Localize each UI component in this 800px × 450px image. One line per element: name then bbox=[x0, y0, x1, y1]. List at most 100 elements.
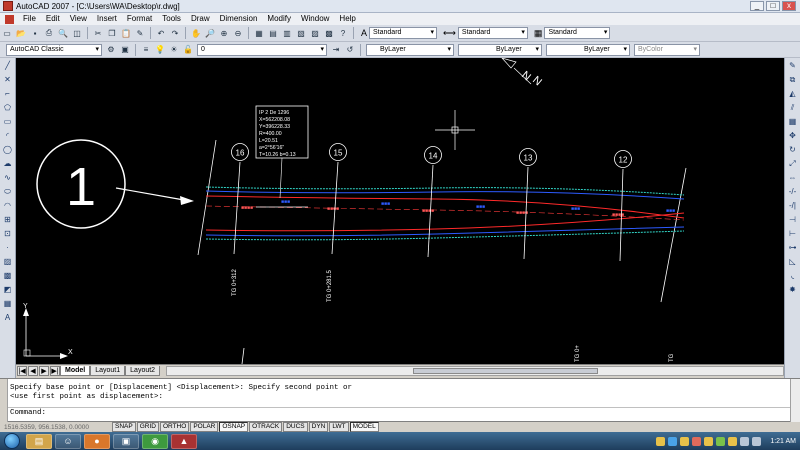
multiline-text-icon[interactable]: A bbox=[2, 312, 14, 324]
menu-view[interactable]: View bbox=[65, 13, 92, 25]
construction-line-icon[interactable]: ✕ bbox=[2, 74, 14, 86]
polar-toggle[interactable]: POLAR bbox=[190, 422, 219, 432]
plotstyle-select[interactable]: ByColor bbox=[634, 43, 700, 56]
properties-icon[interactable]: ▦ bbox=[253, 27, 265, 39]
tray-icon[interactable] bbox=[716, 436, 726, 446]
stretch-icon[interactable]: ⇔ bbox=[787, 172, 799, 184]
copy-object-icon[interactable]: ⧉ bbox=[787, 74, 799, 86]
tray-icon[interactable] bbox=[668, 436, 678, 446]
save-icon[interactable]: ▪ bbox=[29, 27, 41, 39]
break-at-point-icon[interactable]: ⊣ bbox=[787, 214, 799, 226]
menu-dimension[interactable]: Dimension bbox=[215, 13, 263, 25]
move-icon[interactable]: ✥ bbox=[787, 130, 799, 142]
explorer-taskbar-icon[interactable]: ▤ bbox=[26, 433, 52, 449]
drawing-area[interactable]: 1 ■■■■ ■■■■ ■■■■ ■■■■ ■■■■ ■■■ ■■■ ■■■ ■… bbox=[16, 58, 784, 364]
tray-icon[interactable] bbox=[656, 436, 666, 446]
design-center-icon[interactable]: ▤ bbox=[267, 27, 279, 39]
menu-help[interactable]: Help bbox=[334, 13, 360, 25]
volume-icon[interactable] bbox=[752, 436, 762, 446]
last-tab-icon[interactable]: ▶| bbox=[50, 365, 60, 376]
join-icon[interactable]: ⊶ bbox=[787, 242, 799, 254]
dim-style-select[interactable]: Standard bbox=[457, 27, 528, 39]
redo-icon[interactable]: ↷ bbox=[169, 27, 181, 39]
table-style-select[interactable]: Standard bbox=[544, 27, 611, 39]
drawing-svg[interactable]: 1 ■■■■ ■■■■ ■■■■ ■■■■ ■■■■ ■■■ ■■■ ■■■ ■… bbox=[16, 58, 784, 364]
horizontal-scrollbar[interactable] bbox=[166, 365, 784, 376]
zoom-previous-icon[interactable]: ⊖ bbox=[232, 27, 244, 39]
minimize-button[interactable]: _ bbox=[750, 1, 764, 11]
cut-icon[interactable]: ✂ bbox=[92, 27, 104, 39]
linetype-select[interactable]: ByLayer bbox=[458, 43, 542, 56]
workspace-save-icon[interactable]: ▣ bbox=[119, 44, 131, 56]
table-icon[interactable]: ▦ bbox=[2, 298, 14, 310]
zoom-realtime-icon[interactable]: 🔎 bbox=[204, 27, 216, 39]
tray-icon[interactable] bbox=[692, 436, 702, 446]
paste-icon[interactable]: 📋 bbox=[120, 27, 132, 39]
offset-icon[interactable]: ⫽ bbox=[787, 102, 799, 114]
region-icon[interactable]: ◩ bbox=[2, 284, 14, 296]
tool-palettes-icon[interactable]: ▥ bbox=[281, 27, 293, 39]
color-select[interactable]: ByLayer bbox=[366, 43, 454, 56]
menu-window[interactable]: Window bbox=[296, 13, 334, 25]
network-icon[interactable] bbox=[740, 436, 750, 446]
calculator-icon[interactable]: ▩ bbox=[323, 27, 335, 39]
tray-icon[interactable] bbox=[680, 436, 690, 446]
otrack-toggle[interactable]: OTRACK bbox=[249, 422, 283, 432]
circle-icon[interactable]: ◯ bbox=[2, 144, 14, 156]
polyline-icon[interactable]: ⌐ bbox=[2, 88, 14, 100]
make-current-layer-icon[interactable]: ⇥ bbox=[330, 44, 342, 56]
menu-tools[interactable]: Tools bbox=[157, 13, 186, 25]
osnap-toggle[interactable]: OSNAP bbox=[219, 422, 249, 432]
open-icon[interactable]: 📂 bbox=[15, 27, 27, 39]
erase-icon[interactable]: ✎ bbox=[787, 60, 799, 72]
first-tab-icon[interactable]: |◀ bbox=[17, 365, 27, 376]
tab-layout1[interactable]: Layout1 bbox=[90, 365, 126, 376]
command-prompt[interactable]: Command: bbox=[10, 409, 46, 417]
dyn-toggle[interactable]: DYN bbox=[308, 422, 329, 432]
match-properties-icon[interactable]: ✎ bbox=[134, 27, 146, 39]
layer-previous-icon[interactable]: ↺ bbox=[344, 44, 356, 56]
menu-file[interactable]: File bbox=[18, 13, 41, 25]
firefox-taskbar-icon[interactable]: ● bbox=[84, 433, 110, 449]
spline-icon[interactable]: ∿ bbox=[2, 172, 14, 184]
break-icon[interactable]: ⊢ bbox=[787, 228, 799, 240]
coordinate-display[interactable]: 1516.5359, 956.1538, 0.0000 bbox=[0, 424, 112, 431]
polygon-icon[interactable]: ⬠ bbox=[2, 102, 14, 114]
rectangle-icon[interactable]: ▭ bbox=[2, 116, 14, 128]
plot-icon[interactable]: ⎙ bbox=[43, 27, 55, 39]
lwt-toggle[interactable]: LWT bbox=[329, 422, 349, 432]
text-style-select[interactable]: Standard bbox=[369, 27, 438, 39]
markup-icon[interactable]: ▨ bbox=[309, 27, 321, 39]
gradient-icon[interactable]: ▩ bbox=[2, 270, 14, 282]
layer-select[interactable]: 0 bbox=[197, 43, 327, 56]
insert-block-icon[interactable]: ⊞ bbox=[2, 214, 14, 226]
ducs-toggle[interactable]: DUCS bbox=[283, 422, 308, 432]
messenger-taskbar-icon[interactable]: ☺ bbox=[55, 433, 81, 449]
scrollbar-thumb[interactable] bbox=[413, 367, 599, 374]
publish-icon[interactable]: ◫ bbox=[71, 27, 83, 39]
hatch-icon[interactable]: ▨ bbox=[2, 256, 14, 268]
revision-cloud-icon[interactable]: ☁ bbox=[2, 158, 14, 170]
ellipse-arc-icon[interactable]: ◠ bbox=[2, 200, 14, 212]
layer-manager-icon[interactable]: ≡ bbox=[140, 44, 152, 56]
snap-toggle[interactable]: SNAP bbox=[112, 422, 136, 432]
command-window[interactable]: Specify base point or [Displacement] <Di… bbox=[0, 378, 800, 423]
grid-toggle[interactable]: GRID bbox=[136, 422, 159, 432]
sheet-set-icon[interactable]: ▧ bbox=[295, 27, 307, 39]
menu-modify[interactable]: Modify bbox=[262, 13, 296, 25]
zoom-window-icon[interactable]: ⊕ bbox=[218, 27, 230, 39]
menu-edit[interactable]: Edit bbox=[41, 13, 65, 25]
workspace-select[interactable]: AutoCAD Classic bbox=[6, 43, 102, 56]
tab-layout2[interactable]: Layout2 bbox=[125, 365, 161, 376]
explode-icon[interactable]: ✸ bbox=[787, 284, 799, 296]
browser-taskbar-icon[interactable]: ◉ bbox=[142, 433, 168, 449]
point-icon[interactable]: · bbox=[2, 242, 14, 254]
pan-icon[interactable]: ✋ bbox=[190, 27, 202, 39]
model-toggle[interactable]: MODEL bbox=[349, 422, 379, 432]
maximize-button[interactable]: □ bbox=[766, 1, 780, 11]
start-button[interactable] bbox=[4, 433, 20, 449]
document-menu-icon[interactable] bbox=[5, 14, 14, 24]
command-scrollbar[interactable] bbox=[790, 379, 800, 423]
lineweight-select[interactable]: ByLayer bbox=[546, 43, 630, 56]
make-block-icon[interactable]: ⊡ bbox=[2, 228, 14, 240]
